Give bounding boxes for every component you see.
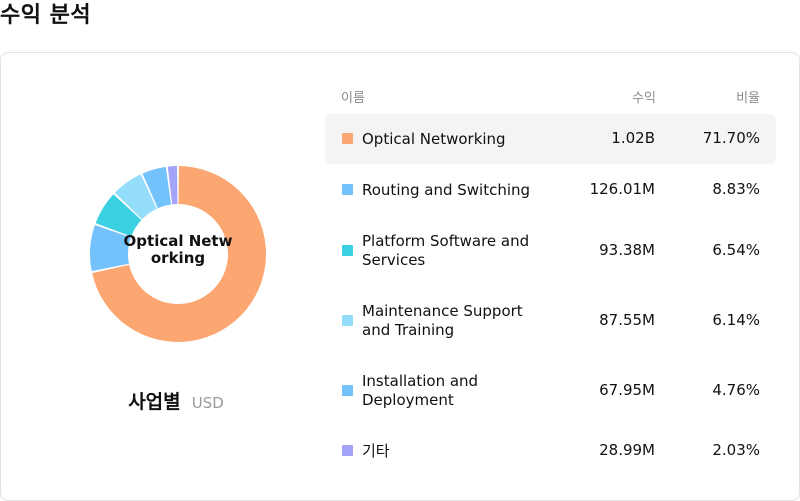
page-title: 수익 분석 bbox=[0, 3, 92, 28]
legend-row[interactable]: Platform Software and Services 93.38M 6.54… bbox=[325, 216, 776, 286]
legend-swatch bbox=[342, 184, 353, 195]
legend-row[interactable]: Maintenance Support and Training 87.55M 6.… bbox=[325, 286, 776, 356]
header-revenue: 수익 bbox=[632, 91, 656, 106]
donut-chart: Optical Networking bbox=[89, 165, 267, 343]
legend-revenue: 93.38M bbox=[599, 241, 655, 259]
legend-share: 71.70% bbox=[702, 129, 760, 147]
legend-name: Maintenance Support and Training bbox=[362, 302, 523, 339]
legend-swatch bbox=[342, 385, 353, 396]
legend-revenue: 87.55M bbox=[599, 311, 655, 329]
legend-name: Routing and Switching bbox=[362, 180, 531, 199]
legend-name: Installation and Deployment bbox=[362, 372, 479, 409]
donut-center-label: Optical Networking bbox=[123, 232, 233, 267]
legend-share: 6.54% bbox=[712, 241, 760, 259]
chart-unit: USD bbox=[191, 394, 224, 412]
header-name: 이름 bbox=[341, 91, 365, 106]
legend-row[interactable]: Optical Networking 1.02B 71.70% bbox=[325, 114, 776, 164]
table-header: 이름 수익 비율 bbox=[341, 87, 761, 106]
legend-swatch bbox=[342, 245, 353, 256]
legend-name: 기타 bbox=[362, 441, 390, 460]
revenue-card: Optical Networking 사업별 USD 이름 수익 비율 Opti… bbox=[0, 52, 800, 501]
legend-row[interactable]: Installation and Deployment 67.95M 4.76% bbox=[325, 356, 776, 426]
legend-revenue: 67.95M bbox=[599, 381, 655, 399]
legend-swatch bbox=[342, 315, 353, 326]
chart-caption: 사업별 USD bbox=[1, 387, 351, 414]
legend-row[interactable]: Routing and Switching 126.01M 8.83% bbox=[325, 165, 776, 215]
legend-name: Optical Networking bbox=[362, 129, 506, 148]
legend-share: 2.03% bbox=[712, 441, 760, 459]
header-share: 비율 bbox=[736, 91, 760, 106]
legend-share: 8.83% bbox=[712, 180, 760, 198]
chart-title: 사업별 bbox=[128, 391, 181, 413]
legend-revenue: 1.02B bbox=[611, 129, 655, 147]
legend-revenue: 28.99M bbox=[599, 441, 655, 459]
legend-revenue: 126.01M bbox=[589, 180, 655, 198]
legend-share: 4.76% bbox=[712, 381, 760, 399]
legend-row[interactable]: 기타 28.99M 2.03% bbox=[325, 426, 776, 476]
legend-name: Platform Software and Services bbox=[362, 232, 530, 269]
legend-share: 6.14% bbox=[712, 311, 760, 329]
legend-swatch bbox=[342, 133, 353, 144]
legend-swatch bbox=[342, 445, 353, 456]
